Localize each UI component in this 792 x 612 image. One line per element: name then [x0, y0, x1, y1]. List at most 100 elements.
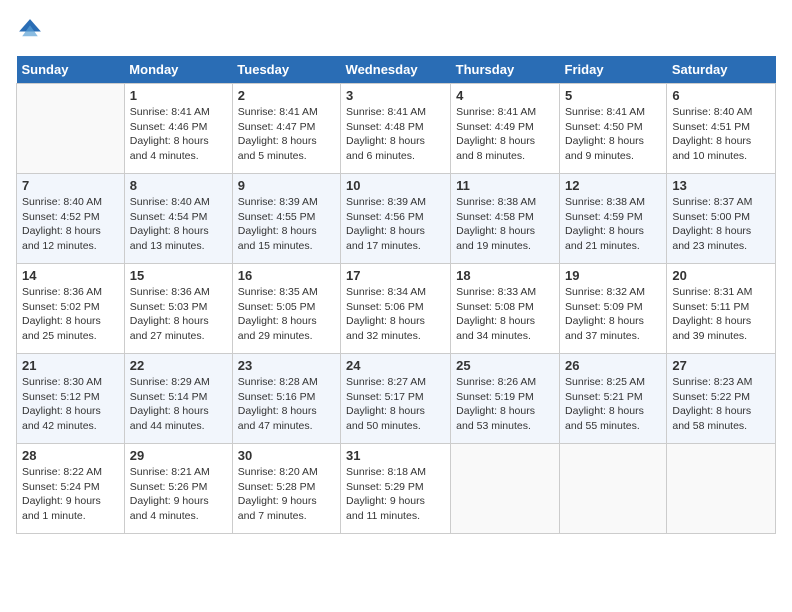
day-number: 27	[672, 358, 770, 373]
calendar-cell: 12 Sunrise: 8:38 AMSunset: 4:59 PMDayligh…	[560, 174, 667, 264]
day-info: Sunrise: 8:39 AMSunset: 4:56 PMDaylight:…	[346, 195, 445, 254]
calendar-cell: 25Sunrise: 8:26 AMSunset: 5:19 PMDayligh…	[451, 354, 560, 444]
day-number: 12	[565, 178, 661, 193]
header-cell-sunday: Sunday	[17, 56, 125, 84]
calendar-cell: 7 Sunrise: 8:40 AMSunset: 4:52 PMDaylight…	[17, 174, 125, 264]
day-number: 10	[346, 178, 445, 193]
day-info: Sunrise: 8:32 AMSunset: 5:09 PMDaylight:…	[565, 285, 661, 344]
calendar-cell: 8 Sunrise: 8:40 AMSunset: 4:54 PMDaylight…	[124, 174, 232, 264]
day-info: Sunrise: 8:40 AMSunset: 4:51 PMDaylight:…	[672, 105, 770, 164]
calendar-cell: 30 Sunrise: 8:20 AMSunset: 5:28 PMDayligh…	[232, 444, 340, 534]
day-info: Sunrise: 8:40 AMSunset: 4:52 PMDaylight:…	[22, 195, 119, 254]
calendar-cell: 2Sunrise: 8:41 AMSunset: 4:47 PMDaylight…	[232, 84, 340, 174]
day-number: 30	[238, 448, 335, 463]
week-row-1: 1 Sunrise: 8:41 AMSunset: 4:46 PMDaylight…	[17, 84, 776, 174]
calendar-cell: 23Sunrise: 8:28 AMSunset: 5:16 PMDayligh…	[232, 354, 340, 444]
day-number: 21	[22, 358, 119, 373]
day-number: 26	[565, 358, 661, 373]
calendar-cell: 6 Sunrise: 8:40 AMSunset: 4:51 PMDaylight…	[667, 84, 776, 174]
calendar-cell: 16Sunrise: 8:35 AMSunset: 5:05 PMDayligh…	[232, 264, 340, 354]
day-number: 13	[672, 178, 770, 193]
day-number: 31	[346, 448, 445, 463]
week-row-2: 7 Sunrise: 8:40 AMSunset: 4:52 PMDaylight…	[17, 174, 776, 264]
day-number: 7	[22, 178, 119, 193]
calendar-cell: 10 Sunrise: 8:39 AMSunset: 4:56 PMDayligh…	[341, 174, 451, 264]
day-info: Sunrise: 8:41 AMSunset: 4:46 PMDaylight:…	[130, 105, 227, 164]
day-number: 29	[130, 448, 227, 463]
calendar-cell: 5 Sunrise: 8:41 AMSunset: 4:50 PMDaylight…	[560, 84, 667, 174]
day-info: Sunrise: 8:31 AMSunset: 5:11 PMDaylight:…	[672, 285, 770, 344]
day-info: Sunrise: 8:39 AMSunset: 4:55 PMDaylight:…	[238, 195, 335, 254]
page-header	[16, 16, 776, 44]
day-number: 3	[346, 88, 445, 103]
day-number: 9	[238, 178, 335, 193]
day-number: 1	[130, 88, 227, 103]
day-number: 17	[346, 268, 445, 283]
day-info: Sunrise: 8:28 AMSunset: 5:16 PMDaylight:…	[238, 375, 335, 434]
day-info: Sunrise: 8:21 AMSunset: 5:26 PMDaylight:…	[130, 465, 227, 524]
day-info: Sunrise: 8:36 AMSunset: 5:02 PMDaylight:…	[22, 285, 119, 344]
day-number: 28	[22, 448, 119, 463]
day-info: Sunrise: 8:29 AMSunset: 5:14 PMDaylight:…	[130, 375, 227, 434]
header-row: SundayMondayTuesdayWednesdayThursdayFrid…	[17, 56, 776, 84]
calendar-cell: 13Sunrise: 8:37 AMSunset: 5:00 PMDayligh…	[667, 174, 776, 264]
calendar-cell: 31 Sunrise: 8:18 AMSunset: 5:29 PMDayligh…	[341, 444, 451, 534]
day-info: Sunrise: 8:41 AMSunset: 4:49 PMDaylight:…	[456, 105, 554, 164]
day-number: 25	[456, 358, 554, 373]
day-info: Sunrise: 8:25 AMSunset: 5:21 PMDaylight:…	[565, 375, 661, 434]
header-cell-monday: Monday	[124, 56, 232, 84]
day-number: 14	[22, 268, 119, 283]
day-number: 8	[130, 178, 227, 193]
calendar-cell	[451, 444, 560, 534]
calendar-cell	[667, 444, 776, 534]
week-row-3: 14 Sunrise: 8:36 AMSunset: 5:02 PMDayligh…	[17, 264, 776, 354]
header-cell-thursday: Thursday	[451, 56, 560, 84]
calendar-cell: 26 Sunrise: 8:25 AMSunset: 5:21 PMDayligh…	[560, 354, 667, 444]
calendar-cell: 20 Sunrise: 8:31 AMSunset: 5:11 PMDayligh…	[667, 264, 776, 354]
header-cell-friday: Friday	[560, 56, 667, 84]
calendar-cell: 19 Sunrise: 8:32 AMSunset: 5:09 PMDayligh…	[560, 264, 667, 354]
header-cell-wednesday: Wednesday	[341, 56, 451, 84]
day-number: 24	[346, 358, 445, 373]
day-info: Sunrise: 8:20 AMSunset: 5:28 PMDaylight:…	[238, 465, 335, 524]
day-info: Sunrise: 8:18 AMSunset: 5:29 PMDaylight:…	[346, 465, 445, 524]
day-info: Sunrise: 8:38 AMSunset: 4:59 PMDaylight:…	[565, 195, 661, 254]
day-info: Sunrise: 8:30 AMSunset: 5:12 PMDaylight:…	[22, 375, 119, 434]
calendar-cell: 1 Sunrise: 8:41 AMSunset: 4:46 PMDaylight…	[124, 84, 232, 174]
day-info: Sunrise: 8:41 AMSunset: 4:47 PMDaylight:…	[238, 105, 335, 164]
day-number: 5	[565, 88, 661, 103]
day-number: 6	[672, 88, 770, 103]
day-info: Sunrise: 8:33 AMSunset: 5:08 PMDaylight:…	[456, 285, 554, 344]
header-cell-saturday: Saturday	[667, 56, 776, 84]
day-info: Sunrise: 8:34 AMSunset: 5:06 PMDaylight:…	[346, 285, 445, 344]
day-info: Sunrise: 8:38 AMSunset: 4:58 PMDaylight:…	[456, 195, 554, 254]
day-number: 18	[456, 268, 554, 283]
calendar-header: SundayMondayTuesdayWednesdayThursdayFrid…	[17, 56, 776, 84]
day-info: Sunrise: 8:40 AMSunset: 4:54 PMDaylight:…	[130, 195, 227, 254]
calendar-cell: 9 Sunrise: 8:39 AMSunset: 4:55 PMDaylight…	[232, 174, 340, 264]
calendar-cell: 11 Sunrise: 8:38 AMSunset: 4:58 PMDayligh…	[451, 174, 560, 264]
calendar-cell: 28 Sunrise: 8:22 AMSunset: 5:24 PMDayligh…	[17, 444, 125, 534]
day-info: Sunrise: 8:35 AMSunset: 5:05 PMDaylight:…	[238, 285, 335, 344]
day-info: Sunrise: 8:36 AMSunset: 5:03 PMDaylight:…	[130, 285, 227, 344]
calendar-cell: 3Sunrise: 8:41 AMSunset: 4:48 PMDaylight…	[341, 84, 451, 174]
calendar-cell: 18 Sunrise: 8:33 AMSunset: 5:08 PMDayligh…	[451, 264, 560, 354]
day-number: 22	[130, 358, 227, 373]
calendar-cell: 29 Sunrise: 8:21 AMSunset: 5:26 PMDayligh…	[124, 444, 232, 534]
day-number: 4	[456, 88, 554, 103]
header-cell-tuesday: Tuesday	[232, 56, 340, 84]
week-row-4: 21 Sunrise: 8:30 AMSunset: 5:12 PMDayligh…	[17, 354, 776, 444]
day-info: Sunrise: 8:22 AMSunset: 5:24 PMDaylight:…	[22, 465, 119, 524]
calendar-body: 1 Sunrise: 8:41 AMSunset: 4:46 PMDaylight…	[17, 84, 776, 534]
calendar-cell: 21 Sunrise: 8:30 AMSunset: 5:12 PMDayligh…	[17, 354, 125, 444]
calendar-cell: 22 Sunrise: 8:29 AMSunset: 5:14 PMDayligh…	[124, 354, 232, 444]
day-number: 20	[672, 268, 770, 283]
day-number: 11	[456, 178, 554, 193]
calendar-cell	[17, 84, 125, 174]
day-info: Sunrise: 8:23 AMSunset: 5:22 PMDaylight:…	[672, 375, 770, 434]
calendar-cell: 17 Sunrise: 8:34 AMSunset: 5:06 PMDayligh…	[341, 264, 451, 354]
calendar-cell: 4 Sunrise: 8:41 AMSunset: 4:49 PMDaylight…	[451, 84, 560, 174]
day-info: Sunrise: 8:41 AMSunset: 4:50 PMDaylight:…	[565, 105, 661, 164]
day-number: 19	[565, 268, 661, 283]
calendar-cell: 15Sunrise: 8:36 AMSunset: 5:03 PMDayligh…	[124, 264, 232, 354]
